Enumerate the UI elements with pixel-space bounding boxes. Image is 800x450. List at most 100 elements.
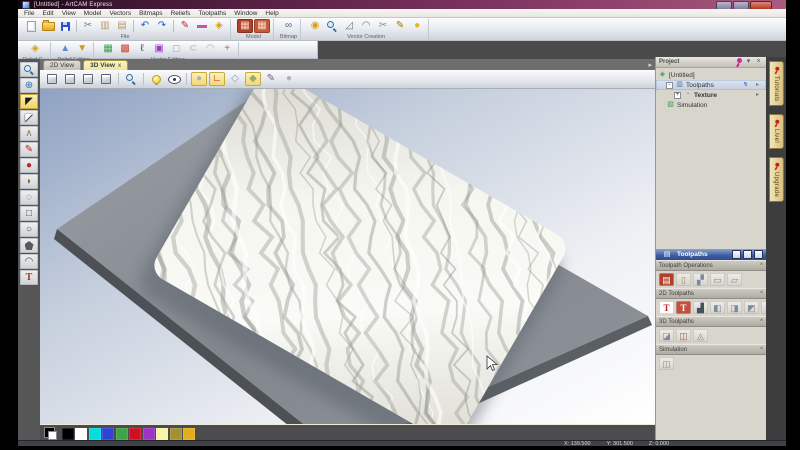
drill-toolpath-icon[interactable]: ◧: [710, 301, 725, 314]
preview-blob-icon[interactable]: ●: [281, 72, 297, 86]
pencil-tool-icon[interactable]: ✎: [20, 142, 38, 157]
zoom-tool-icon[interactable]: [20, 62, 38, 77]
new-file-icon[interactable]: [23, 19, 39, 33]
collapse-panel-icon[interactable]: ▾: [744, 58, 753, 67]
save-file-icon[interactable]: [57, 19, 73, 33]
machine-bed-2-icon[interactable]: ▱: [727, 273, 742, 286]
vector-fillet-icon[interactable]: ◠: [202, 42, 218, 56]
paste-icon[interactable]: ▤: [114, 19, 130, 33]
open-file-icon[interactable]: [40, 19, 56, 33]
profile-toolpath-icon[interactable]: T: [659, 301, 674, 314]
create-toolpath-icon[interactable]: ▤: [659, 273, 674, 286]
area-clear-toolpath-icon[interactable]: T: [676, 301, 691, 314]
menu-model[interactable]: Model: [84, 10, 102, 17]
relief-creation-icon[interactable]: ◈: [27, 42, 43, 56]
section-header[interactable]: Toolpath Operations^: [656, 260, 766, 271]
color-swatch[interactable]: [75, 428, 87, 440]
engrave-toolpath-icon[interactable]: ▟: [693, 301, 708, 314]
erase-icon[interactable]: ▬: [194, 19, 210, 33]
color-swatch[interactable]: [183, 428, 195, 440]
circle-tool-icon[interactable]: ○: [20, 222, 38, 237]
color-swatch[interactable]: [129, 428, 141, 440]
edit-icon[interactable]: ▸: [753, 91, 762, 100]
redo-icon[interactable]: ↷: [154, 19, 170, 33]
tree-item-simulation[interactable]: ▧Simulation: [656, 100, 766, 110]
tree-item-texture[interactable]: +◔Texture▸: [656, 90, 766, 100]
transform-icon[interactable]: ◈: [211, 19, 227, 33]
zero-plane-icon[interactable]: ◇: [227, 72, 243, 86]
color-swatch[interactable]: [143, 428, 155, 440]
vector-trim-icon[interactable]: ⊂: [185, 42, 201, 56]
color-swatch[interactable]: [116, 428, 128, 440]
view-along-z-icon[interactable]: [98, 72, 114, 86]
vector-weave-icon[interactable]: ▩: [117, 42, 133, 56]
draw-icon[interactable]: ✎: [177, 19, 193, 33]
rectangle-tool-icon[interactable]: □: [20, 206, 38, 221]
toolpath-sheet-icon[interactable]: ▯: [676, 273, 691, 286]
tab-2d-view[interactable]: 2D View: [43, 60, 81, 70]
adjust-model-icon[interactable]: ▦: [254, 19, 270, 33]
lasso-tool-icon[interactable]: ◌: [20, 190, 38, 205]
vector-center-icon[interactable]: +: [219, 42, 235, 56]
section-collapse-icon[interactable]: ^: [760, 263, 763, 269]
section-collapse-icon[interactable]: ^: [760, 319, 763, 325]
side-tab-upgrade[interactable]: Upgrade: [769, 157, 784, 202]
menu-vectors[interactable]: Vectors: [109, 10, 131, 17]
vector-node-zoom-icon[interactable]: [324, 19, 340, 33]
vector-polyline-icon[interactable]: ◿: [341, 19, 357, 33]
lighting-icon[interactable]: [148, 72, 164, 86]
menu-help[interactable]: Help: [265, 10, 278, 17]
measure-tool-icon[interactable]: ∧: [20, 126, 38, 141]
shading-icon[interactable]: [166, 72, 182, 86]
more-icon[interactable]: ▸: [753, 81, 762, 90]
menu-reliefs[interactable]: Reliefs: [171, 10, 191, 17]
undo-icon[interactable]: ↶: [137, 19, 153, 33]
cut-icon[interactable]: ✂: [80, 19, 96, 33]
vector-grid-icon[interactable]: ▦: [100, 42, 116, 56]
tree-item-untitled[interactable]: ◈[Untitled]: [656, 70, 766, 80]
panel-float-button[interactable]: [743, 250, 752, 259]
toolpath-saw-icon[interactable]: ▞: [693, 273, 708, 286]
vector-arc-icon[interactable]: ◠: [358, 19, 374, 33]
pan-globe-icon[interactable]: ⊕: [20, 78, 38, 93]
color-swatch[interactable]: [170, 428, 182, 440]
toggle-relief-icon[interactable]: ●: [191, 72, 207, 86]
origin-axes-icon[interactable]: ∟: [209, 72, 225, 86]
iso-view-icon[interactable]: [44, 72, 60, 86]
menu-toolpaths[interactable]: Toolpaths: [198, 10, 226, 17]
toolpaths-panel-icon[interactable]: ▤: [659, 248, 675, 262]
inlay-toolpath-icon[interactable]: ◨: [727, 301, 742, 314]
machine-relief-icon[interactable]: ◪: [659, 329, 674, 342]
primary-secondary-color-swatch[interactable]: [44, 427, 57, 440]
vector-snip-icon[interactable]: ✂: [375, 19, 391, 33]
machine-bed-icon[interactable]: ▭: [710, 273, 725, 286]
tree-expander[interactable]: -: [666, 82, 673, 89]
vector-join-icon[interactable]: ◻: [168, 42, 184, 56]
color-swatch[interactable]: [89, 428, 101, 440]
color-swatch[interactable]: [102, 428, 114, 440]
relief-smooth-icon[interactable]: ▲: [57, 42, 73, 56]
lightning-icon[interactable]: ↯: [741, 81, 750, 90]
section-header[interactable]: Simulation^: [656, 344, 766, 355]
panel-dock-button[interactable]: [732, 250, 741, 259]
tree-item-simulation-icon[interactable]: ▧: [666, 101, 675, 110]
section-collapse-icon[interactable]: ^: [760, 291, 763, 297]
vector-blob-icon[interactable]: ●: [409, 19, 425, 33]
close-panel-icon[interactable]: ×: [754, 58, 763, 67]
section-collapse-icon[interactable]: ^: [760, 347, 763, 353]
vcarve-toolpath-icon[interactable]: ◩: [744, 301, 759, 314]
vector-measure-icon[interactable]: ℓ: [134, 42, 150, 56]
node-edit-tool-icon[interactable]: ◤: [20, 110, 38, 125]
tree-item-untitled-icon[interactable]: ◈: [658, 71, 667, 80]
color-swatch[interactable]: [156, 428, 168, 440]
tab-close-icon[interactable]: x: [118, 63, 121, 69]
tree-item-texture-icon[interactable]: ◔: [683, 91, 692, 100]
view-along-y-icon[interactable]: [80, 72, 96, 86]
tab-scroll-icon[interactable]: ▸: [648, 61, 652, 69]
tab-3d-view[interactable]: 3D Viewx: [83, 60, 128, 70]
pin-panel-icon[interactable]: [734, 58, 743, 67]
tree-expander[interactable]: +: [674, 92, 681, 99]
zoom-window-icon[interactable]: [123, 72, 139, 86]
tree-item-toolpaths-icon[interactable]: ▥: [675, 81, 684, 90]
relief-sculpt-icon[interactable]: ▼: [74, 42, 90, 56]
